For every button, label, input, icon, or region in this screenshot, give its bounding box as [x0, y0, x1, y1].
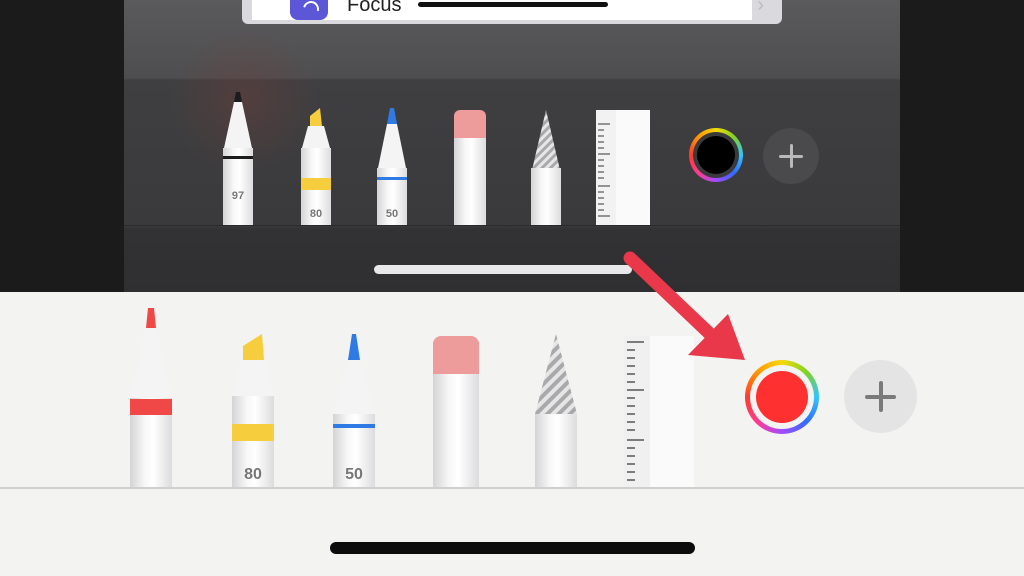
- annotation-arrow-icon: [623, 251, 745, 360]
